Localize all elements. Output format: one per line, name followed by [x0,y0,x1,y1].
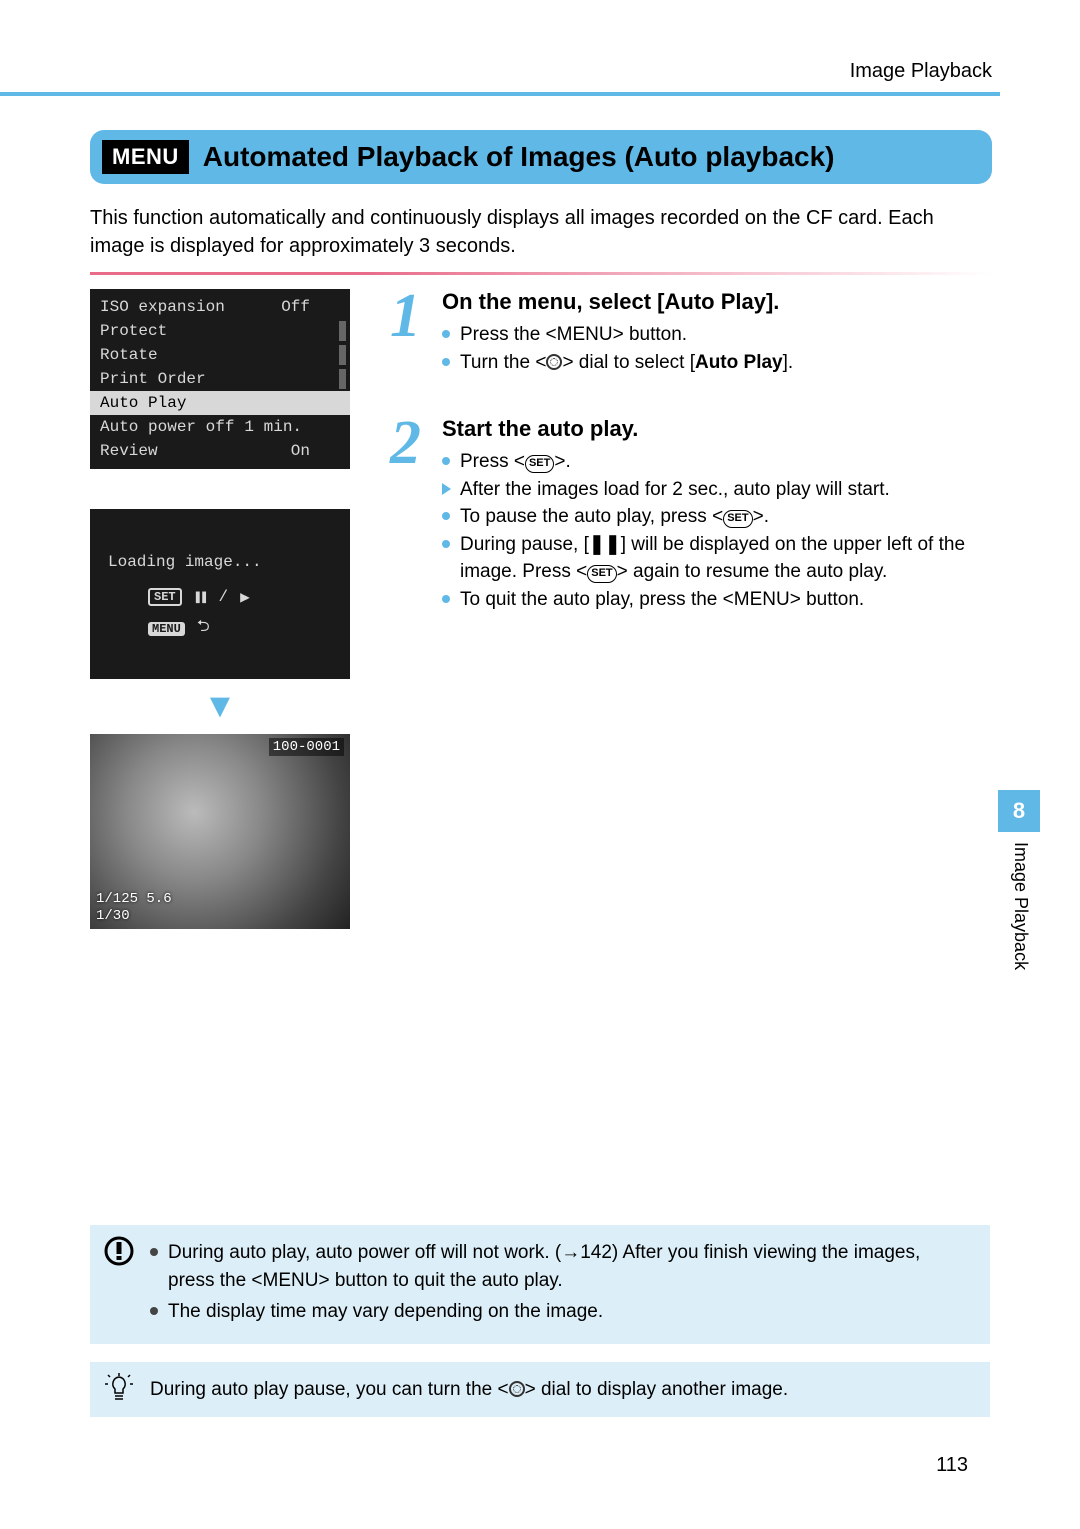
step-heading: On the menu, select [Auto Play]. [442,289,793,315]
tip-note: During auto play pause, you can turn the… [90,1362,990,1418]
down-arrow-icon: ▼ [90,687,350,726]
step-2: 2 Start the auto play. Press <SET>. Afte… [390,416,992,613]
frame-overlay: 1/30 [96,908,172,925]
step-number: 2 [390,416,434,613]
breadcrumb: Image Playback [850,60,992,83]
menu-row-selected: Auto Play [90,391,350,415]
menu-badge: MENU [102,140,189,174]
screenshots-column: ISO expansionOff Protect Rotate Print Or… [90,289,350,929]
menu-row: Auto power off1 min. [90,415,350,439]
caution-icon [104,1235,134,1279]
chapter-title: Image Playback [998,832,1031,970]
section-title: Automated Playback of Images (Auto playb… [203,141,835,173]
step-bullet: Turn the <> dial to select [Auto Play]. [442,349,793,377]
set-icon: SET [587,565,616,583]
playback-photo-screenshot: 100-0001 1/125 5.6 1/30 [90,734,350,929]
instructions-column: 1 On the menu, select [Auto Play]. Press… [390,289,992,929]
step-1: 1 On the menu, select [Auto Play]. Press… [390,289,992,376]
header-rule [0,92,1000,96]
menu-row: ReviewOn [90,439,350,463]
note-bullet: The display time may vary depending on t… [150,1298,972,1326]
set-icon: SET [525,455,554,473]
menu-label-icon: MENU [148,622,185,636]
slash: / [218,588,228,606]
loading-text: Loading image... [108,553,350,571]
section-title-bar: MENU Automated Playback of Images (Auto … [90,130,992,184]
caution-note: During auto play, auto power off will no… [90,1225,990,1344]
set-icon: SET [723,510,752,528]
intro-paragraph: This function automatically and continuo… [90,204,992,260]
return-icon: ⮌ [197,615,210,642]
menu-row: Rotate [90,343,350,367]
menu-row: ISO expansionOff [90,295,350,319]
step-bullet: Press the <MENU> button. [442,321,793,349]
divider [90,272,992,275]
step-bullet: To pause the auto play, press <SET>. [442,503,992,531]
tip-icon [104,1372,134,1416]
step-bullet: To quit the auto play, press the <MENU> … [442,586,992,614]
exposure-overlay: 1/125 5.6 [96,891,172,908]
set-label-icon: SET [148,588,182,606]
page-number: 113 [936,1454,968,1477]
step-bullet: During pause, [❚❚] will be displayed on … [442,531,992,586]
step-bullet: Press <SET>. [442,448,992,476]
dial-icon [509,1381,525,1397]
camera-menu-screenshot: ISO expansionOff Protect Rotate Print Or… [90,289,350,469]
file-number-overlay: 100-0001 [269,738,344,756]
note-bullet: During auto play, auto power off will no… [150,1239,972,1294]
menu-row: Print Order [90,367,350,391]
dial-icon [546,354,562,370]
chapter-number: 8 [998,790,1040,832]
pause-icon: ❚❚ [194,589,207,606]
step-bullet: After the images load for 2 sec., auto p… [442,476,992,504]
step-heading: Start the auto play. [442,416,992,442]
loading-screenshot: Loading image... SET ❚❚ / ▶ MENU ⮌ [90,509,350,679]
chapter-side-tab: 8 Image Playback [998,790,1040,970]
menu-row: Protect [90,319,350,343]
step-number: 1 [390,289,434,376]
play-icon: ▶ [240,587,250,607]
tip-text: During auto play pause, you can turn the… [150,1379,788,1400]
